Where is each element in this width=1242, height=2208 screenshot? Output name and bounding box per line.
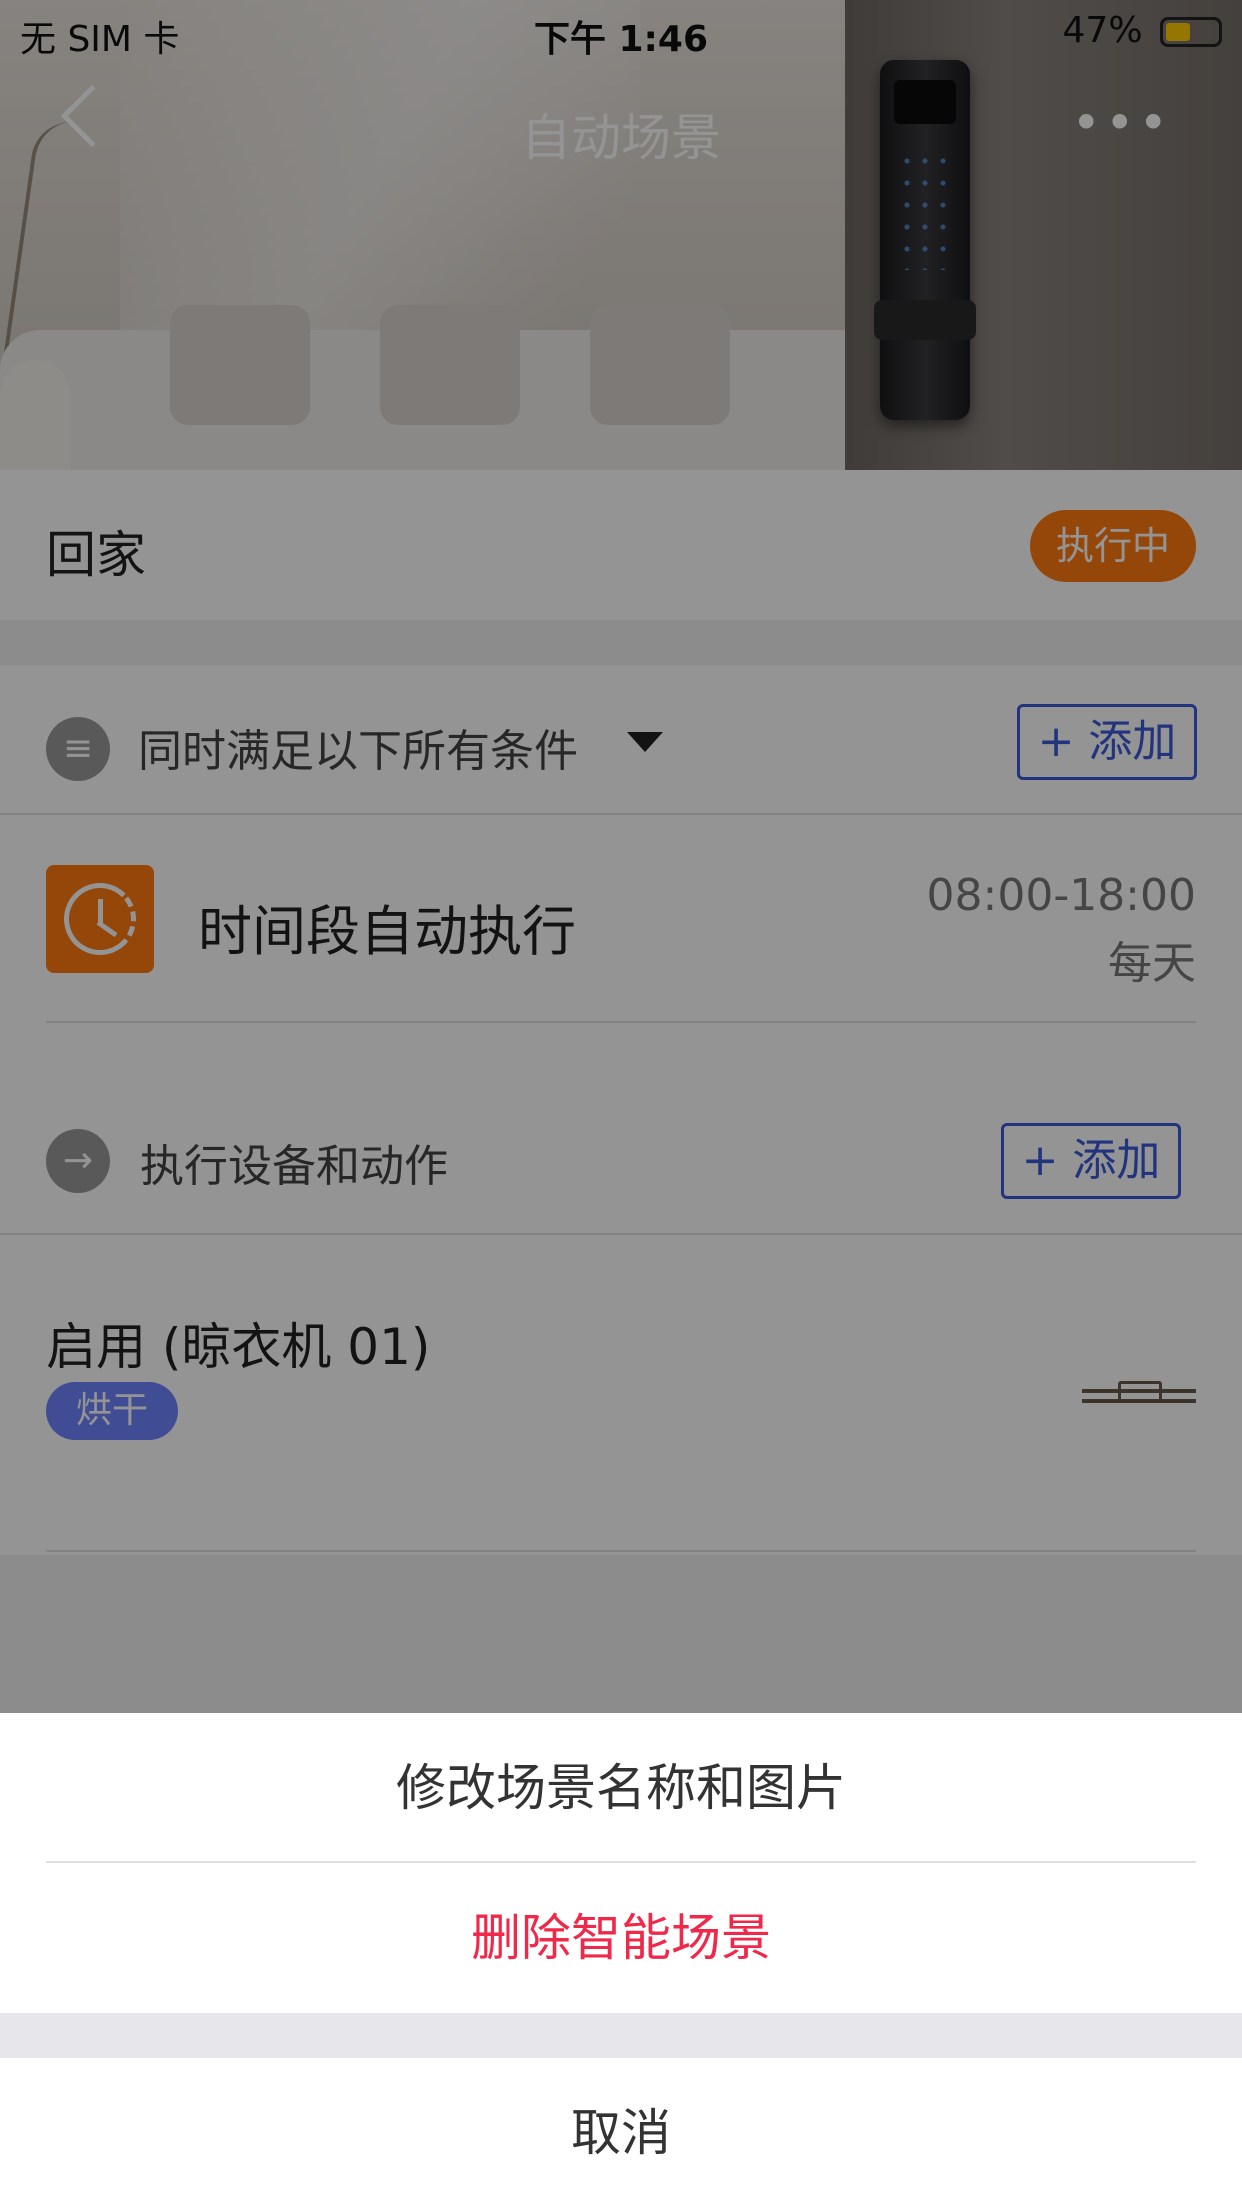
edit-scene-option[interactable]: 修改场景名称和图片 — [0, 1713, 1242, 1863]
action-sheet: 修改场景名称和图片 删除智能场景 取消 — [0, 1713, 1242, 2208]
cancel-button[interactable]: 取消 — [0, 2058, 1242, 2208]
delete-scene-option[interactable]: 删除智能场景 — [0, 1863, 1242, 2013]
